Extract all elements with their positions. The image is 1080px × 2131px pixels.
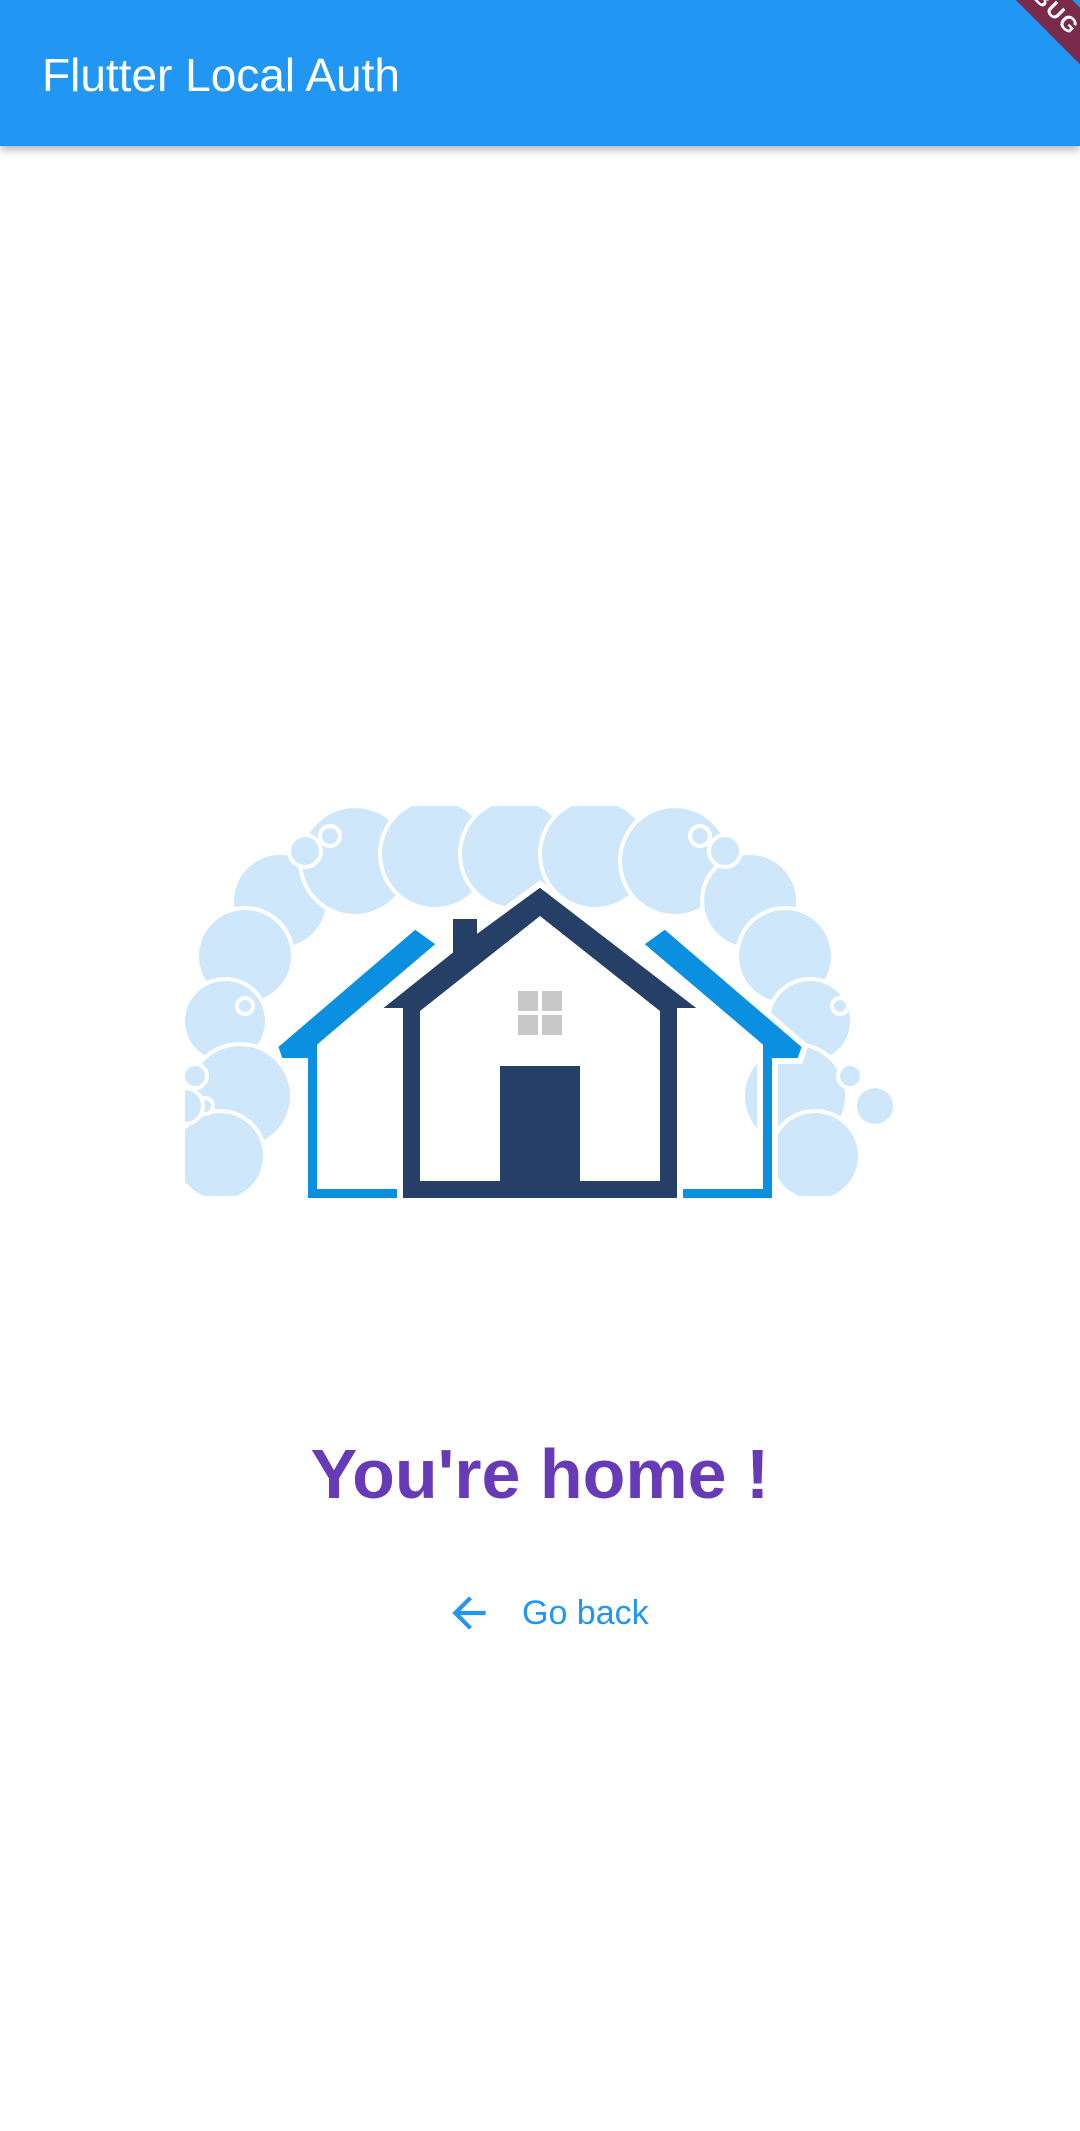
arrow-back-icon bbox=[444, 1588, 494, 1638]
go-back-button[interactable]: Go back bbox=[430, 1580, 663, 1646]
house-with-bubbles-icon bbox=[165, 797, 897, 1216]
home-content: You're home ! Go back bbox=[0, 146, 1080, 2131]
app-title: Flutter Local Auth bbox=[42, 49, 400, 101]
go-back-label: Go back bbox=[522, 1593, 649, 1632]
home-headline: You're home ! bbox=[310, 1435, 770, 1513]
app-bar: Flutter Local Auth bbox=[0, 0, 1080, 146]
